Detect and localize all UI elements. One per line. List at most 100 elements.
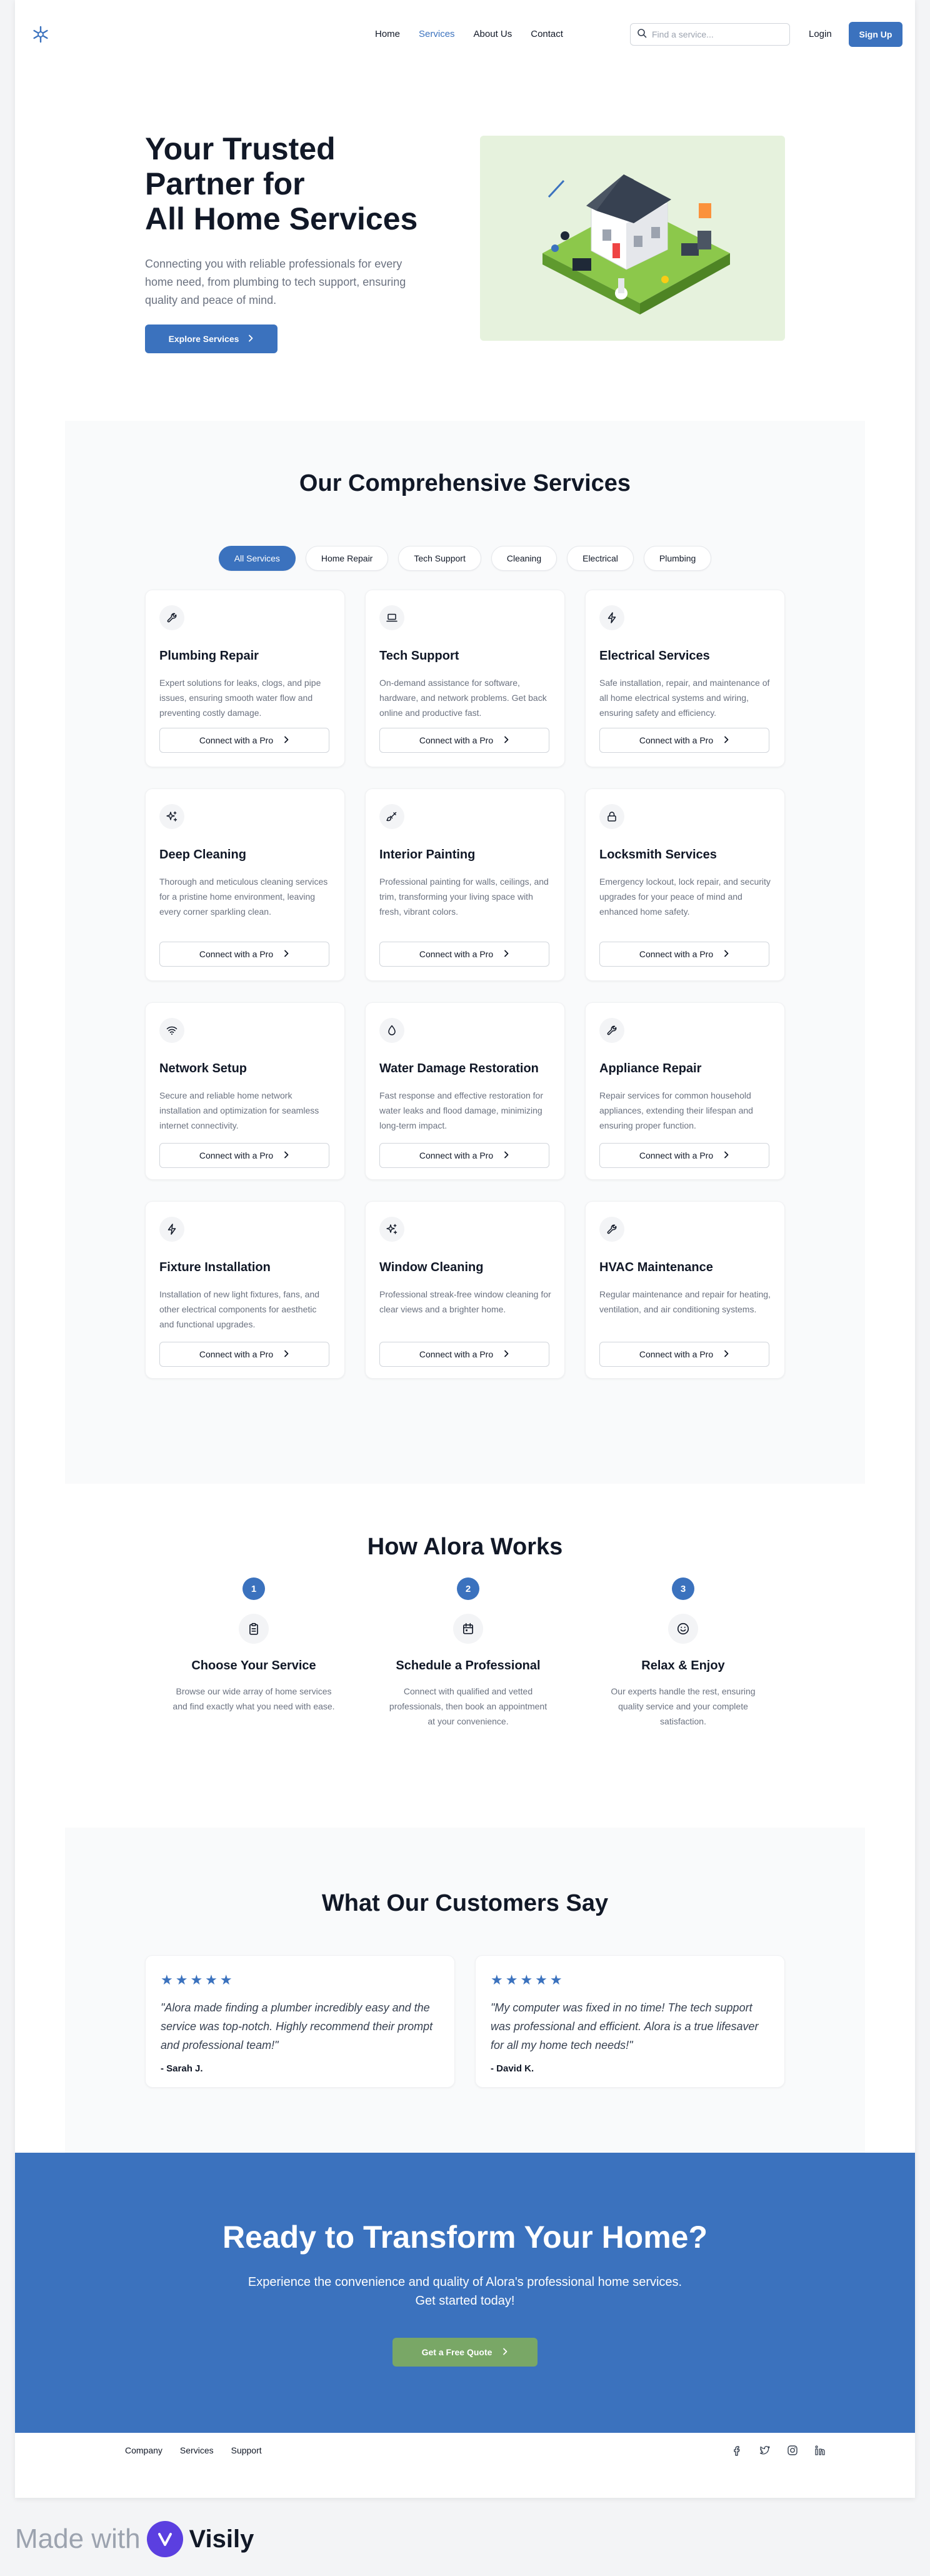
service-card-description: On-demand assistance for software, hardw… [379, 678, 547, 718]
search-icon [637, 28, 647, 41]
service-card-window-cleaning: Window Cleaning Professional streak-free … [365, 1201, 565, 1379]
service-card-electrical-services: Electrical Services Safe installation, re… [585, 590, 785, 767]
search-input[interactable] [652, 29, 783, 39]
paintbrush-icon [379, 804, 404, 829]
service-card-title: Tech Support [379, 649, 459, 663]
alora-logo-icon[interactable] [31, 25, 50, 44]
connect-pro-label: Connect with a Pro [199, 1150, 274, 1160]
login-link[interactable]: Login [809, 29, 832, 39]
signup-button[interactable]: Sign Up [849, 22, 902, 47]
connect-pro-button[interactable]: Connect with a Pro [599, 1342, 769, 1367]
connect-pro-button[interactable]: Connect with a Pro [599, 728, 769, 753]
footer-link-support[interactable]: Support [231, 2445, 262, 2455]
step-number-badge: 3 [672, 1577, 694, 1600]
sparkles-icon [159, 804, 184, 829]
laptop-icon [379, 605, 404, 630]
visily-brand-name: Visily [189, 2525, 254, 2553]
chevron-right-icon [503, 949, 509, 959]
service-card-description: Installation of new light fixtures, fans… [159, 1289, 320, 1329]
linkedin-icon[interactable] [812, 2443, 828, 2458]
filter-home-repair[interactable]: Home Repair [305, 546, 389, 571]
chevron-right-icon [723, 735, 729, 745]
filter-electrical[interactable]: Electrical [567, 546, 634, 571]
nav-link-home[interactable]: Home [375, 29, 400, 39]
chevron-right-icon [248, 334, 254, 344]
service-card-description: Fast response and effective restoration … [379, 1090, 543, 1130]
testimonials-title: What Our Customers Say [321, 1890, 609, 1916]
visily-logo-icon [146, 2521, 183, 2557]
star-rating-icon: ★★★★★ [161, 1972, 235, 1988]
smile-icon [668, 1614, 698, 1644]
filter-cleaning[interactable]: Cleaning [491, 546, 558, 571]
facebook-icon[interactable] [730, 2443, 745, 2458]
wrench-icon [159, 605, 184, 630]
service-card-title: HVAC Maintenance [599, 1260, 713, 1274]
connect-pro-button[interactable]: Connect with a Pro [599, 1143, 769, 1168]
star-rating-icon: ★★★★★ [491, 1972, 565, 1988]
connect-pro-button[interactable]: Connect with a Pro [379, 728, 549, 753]
connect-pro-button[interactable]: Connect with a Pro [379, 1342, 549, 1367]
chevron-right-icon [283, 949, 289, 959]
hero-title-line: Your Trusted [145, 131, 336, 166]
step-title: Schedule a Professional [396, 1659, 541, 1673]
connect-pro-button[interactable]: Connect with a Pro [379, 942, 549, 967]
connect-pro-label: Connect with a Pro [419, 735, 494, 745]
filter-plumbing[interactable]: Plumbing [643, 546, 712, 571]
connect-pro-button[interactable]: Connect with a Pro [159, 728, 329, 753]
service-card-title: Interior Painting [379, 848, 476, 862]
chevron-right-icon [283, 1349, 289, 1359]
service-card-title: Locksmith Services [599, 848, 717, 862]
cta-banner: Ready to Transform Your Home? Experience… [15, 2153, 915, 2433]
testimonial-quote: "My computer was fixed in no time! The t… [491, 2001, 759, 2051]
chevron-right-icon [503, 1349, 509, 1359]
free-quote-label: Get a Free Quote [421, 2347, 492, 2357]
top-nav: Home Services About Us Contact Login Sig… [15, 0, 915, 69]
service-card-plumbing-repair: Plumbing Repair Expert solutions for leak… [145, 590, 345, 767]
service-card-title: Water Damage Restoration [379, 1062, 539, 1075]
nav-link-services[interactable]: Services [419, 29, 455, 39]
explore-services-button[interactable]: Explore Services [145, 325, 278, 353]
connect-pro-label: Connect with a Pro [199, 735, 274, 745]
service-card-description: Thorough and meticulous cleaning service… [159, 877, 328, 917]
connect-pro-button[interactable]: Connect with a Pro [599, 942, 769, 967]
service-card-network-setup: Network Setup Secure and reliable home ne… [145, 1002, 345, 1180]
service-card-interior-painting: Interior Painting Professional painting f… [365, 788, 565, 981]
connect-pro-button[interactable]: Connect with a Pro [159, 942, 329, 967]
footer-link-company[interactable]: Company [125, 2445, 162, 2455]
made-with-visily-badge[interactable]: Made with Visily [15, 2521, 254, 2557]
twitter-icon[interactable] [758, 2443, 772, 2458]
connect-pro-label: Connect with a Pro [639, 1150, 714, 1160]
filter-all-services[interactable]: All Services [218, 546, 296, 571]
search-box[interactable] [630, 23, 790, 46]
cta-title: Ready to Transform Your Home? [222, 2220, 708, 2255]
page-frame: Home Services About Us Contact Login Sig… [15, 0, 915, 2498]
hero-title: Your Trusted Partner for All Home Servic… [145, 131, 439, 236]
service-card-title: Window Cleaning [379, 1260, 484, 1274]
free-quote-button[interactable]: Get a Free Quote [392, 2338, 538, 2367]
service-card-water-damage-restoration: Water Damage Restoration Fast response an… [365, 1002, 565, 1180]
footer-link-services[interactable]: Services [180, 2445, 214, 2455]
chevron-right-icon [502, 2347, 508, 2357]
service-card-description: Secure and reliable home network install… [159, 1090, 319, 1130]
nav-links: Home Services About Us Contact [375, 29, 563, 39]
connect-pro-button[interactable]: Connect with a Pro [379, 1143, 549, 1168]
bolt-icon [159, 1217, 184, 1242]
services-title: Our Comprehensive Services [299, 470, 631, 496]
calendar-icon [453, 1614, 483, 1644]
connect-pro-button[interactable]: Connect with a Pro [159, 1342, 329, 1367]
service-card-title: Fixture Installation [159, 1260, 271, 1274]
chevron-right-icon [723, 949, 729, 959]
nav-link-contact[interactable]: Contact [531, 29, 563, 39]
hero-description: Connecting you with reliable professiona… [145, 258, 406, 306]
service-card-fixture-installation: Fixture Installation Installation of new … [145, 1201, 345, 1379]
wrench-icon [599, 1217, 624, 1242]
service-card-title: Electrical Services [599, 649, 710, 663]
filter-tech-support[interactable]: Tech Support [398, 546, 481, 571]
connect-pro-button[interactable]: Connect with a Pro [159, 1143, 329, 1168]
nav-link-about[interactable]: About Us [474, 29, 512, 39]
chevron-right-icon [283, 1150, 289, 1160]
step-number-badge: 2 [457, 1577, 479, 1600]
instagram-icon[interactable] [785, 2443, 800, 2458]
connect-pro-label: Connect with a Pro [199, 1349, 274, 1359]
service-card-hvac-maintenance: HVAC Maintenance Regular maintenance and … [585, 1201, 785, 1379]
